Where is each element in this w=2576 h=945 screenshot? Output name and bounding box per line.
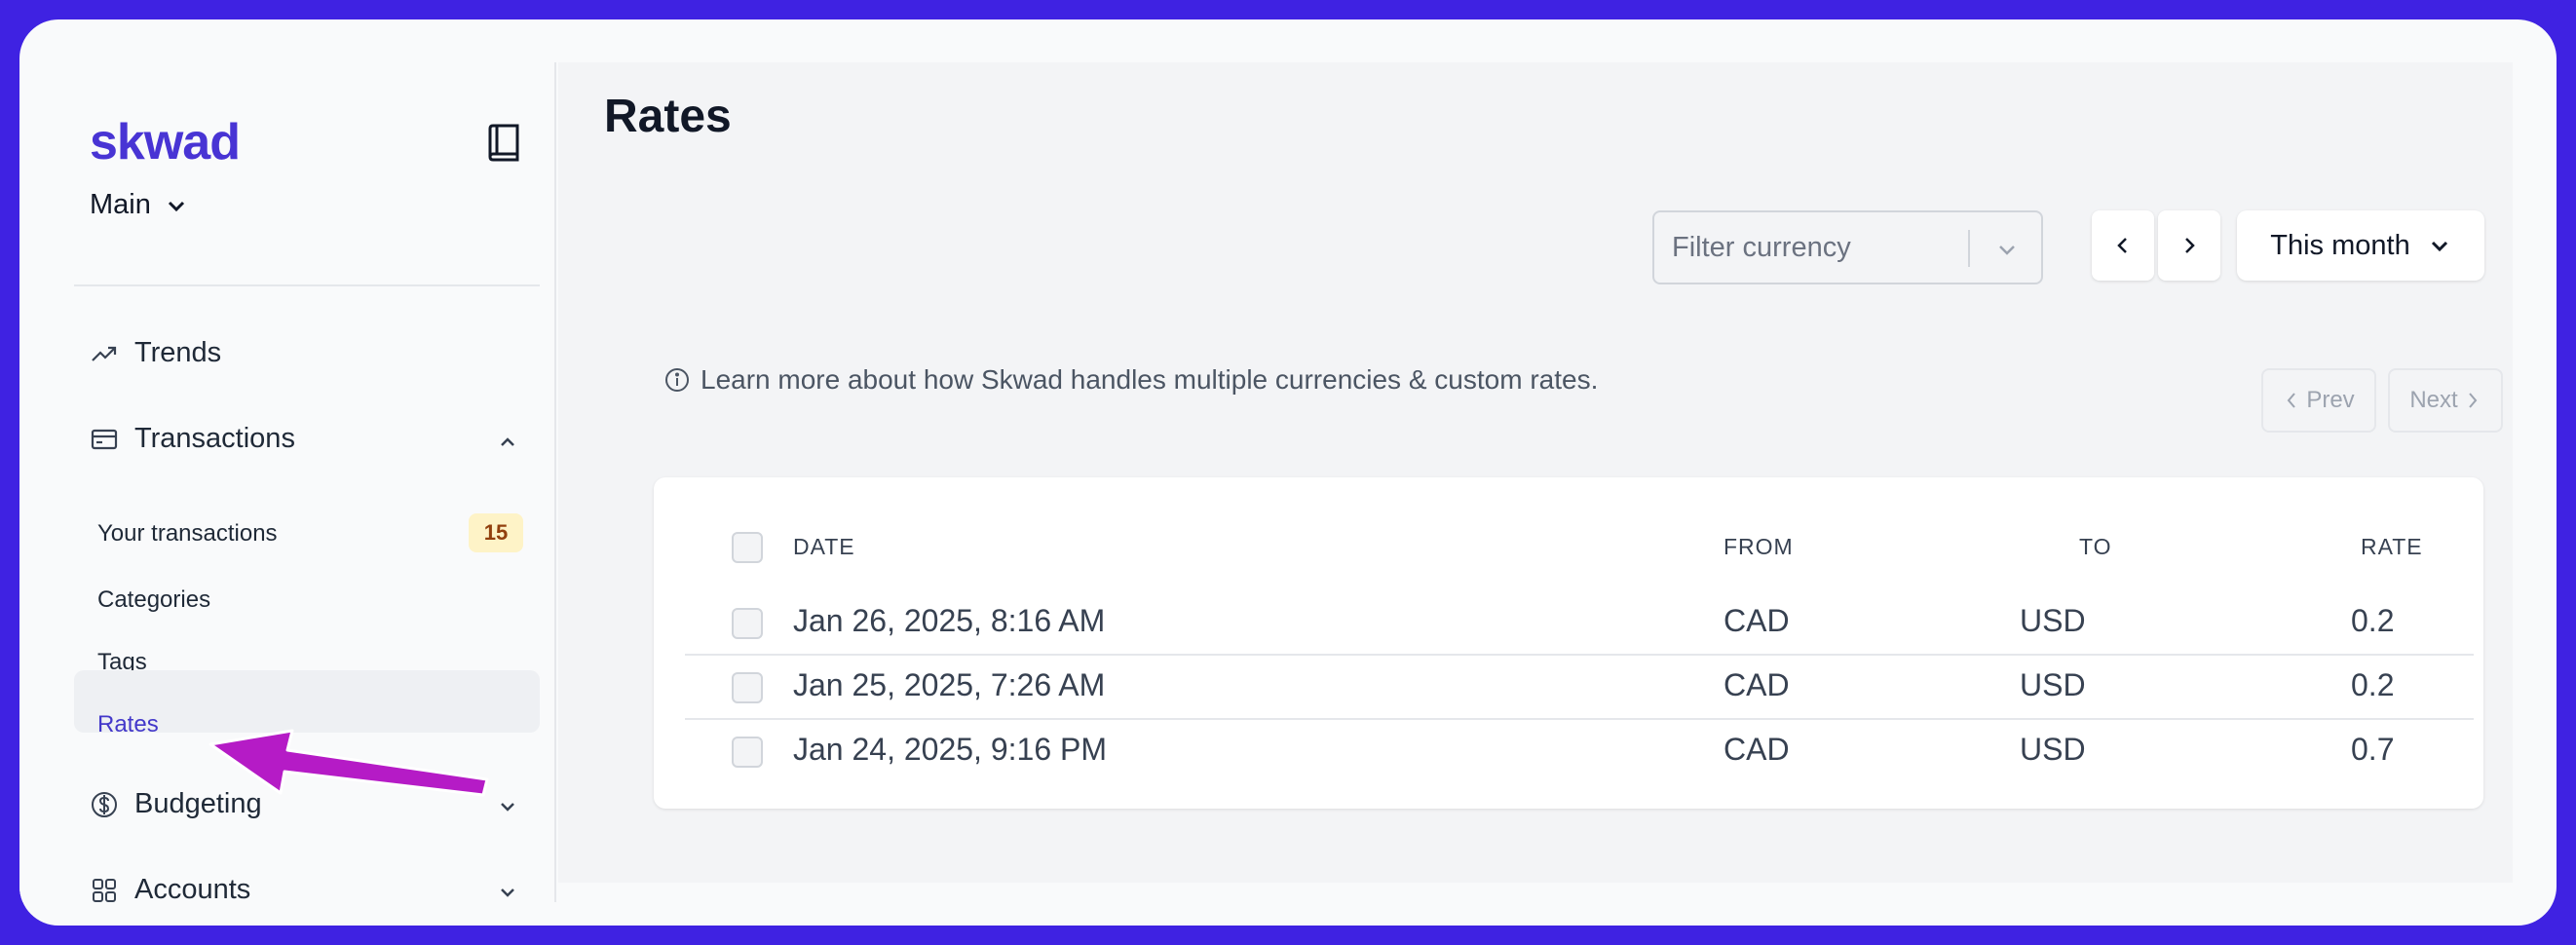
chevron-down-icon[interactable] [1993, 236, 2021, 263]
cell-rate: 0.2 [2351, 603, 2395, 638]
table-row[interactable]: Jan 24, 2025, 9:16 PM CAD USD 0.7 [685, 719, 2474, 783]
nav-label-accounts: Accounts [134, 874, 251, 905]
nav-item-transactions[interactable]: Transactions [90, 423, 295, 455]
next-page-button[interactable]: Next [2388, 368, 2503, 433]
filter-currency-input[interactable] [1672, 212, 1964, 283]
workspace-selector[interactable]: Main [90, 189, 188, 221]
column-header-rate[interactable]: RATE [2361, 534, 2423, 560]
table-row[interactable]: Jan 26, 2025, 8:16 AM CAD USD 0.2 [685, 590, 2474, 655]
cell-to: USD [2020, 667, 2086, 702]
column-header-to[interactable]: TO [2079, 534, 2112, 560]
chevron-down-icon[interactable] [496, 881, 519, 904]
sidebar-item-your-transactions[interactable]: Your transactions [97, 520, 278, 548]
period-label: This month [2270, 229, 2410, 261]
cell-rate: 0.7 [2351, 732, 2395, 767]
trending-up-icon [92, 346, 117, 361]
nav-item-accounts[interactable]: Accounts [90, 874, 250, 906]
filter-separator [1968, 230, 1970, 267]
dollar-circle-icon [92, 791, 117, 817]
chevron-down-icon [168, 201, 184, 211]
chevron-left-icon [2287, 393, 2296, 408]
period-selector[interactable]: This month [2237, 210, 2484, 281]
cell-to: USD [2020, 732, 2086, 767]
currency-info-link[interactable]: Learn more about how Skwad handles multi… [663, 364, 1598, 396]
previous-period-button[interactable] [2092, 210, 2154, 281]
cell-from: CAD [1724, 603, 1790, 638]
column-header-date[interactable]: DATE [793, 534, 855, 560]
cell-rate: 0.2 [2351, 667, 2395, 702]
app-logo[interactable]: skwad [90, 113, 241, 171]
chevron-up-icon[interactable] [496, 431, 519, 454]
cell-date: Jan 25, 2025, 7:26 AM [793, 667, 1106, 702]
nav-label-trends: Trends [134, 337, 222, 368]
chevron-right-icon [2468, 393, 2477, 408]
row-checkbox[interactable] [732, 672, 763, 703]
chevron-down-icon [2431, 241, 2447, 252]
app-window: skwad Main Trends Transactions Your tran… [19, 19, 2557, 926]
sidebar-item-categories[interactable]: Categories [97, 586, 210, 614]
currency-filter[interactable] [1652, 210, 2043, 284]
book-icon[interactable] [485, 123, 522, 162]
main-content: Rates This month Learn more about how Sk… [558, 62, 2513, 883]
nav-item-trends[interactable]: Trends [90, 337, 221, 369]
cell-from: CAD [1724, 667, 1790, 702]
next-period-button[interactable] [2158, 210, 2220, 281]
next-label: Next [2409, 387, 2458, 413]
cell-to: USD [2020, 603, 2086, 638]
nav-label-transactions: Transactions [134, 423, 295, 454]
chevron-down-icon[interactable] [496, 795, 519, 818]
info-icon [665, 368, 689, 392]
sidebar-item-rates[interactable]: Rates [97, 711, 159, 738]
credit-card-icon [91, 429, 118, 449]
cell-from: CAD [1724, 732, 1790, 767]
row-checkbox[interactable] [732, 608, 763, 639]
rates-table: DATE FROM TO RATE Jan 26, 2025, 8:16 AM … [654, 477, 2483, 809]
prev-page-button[interactable]: Prev [2261, 368, 2376, 433]
cell-date: Jan 24, 2025, 9:16 PM [793, 732, 1107, 767]
page-title: Rates [604, 91, 732, 142]
table-row[interactable]: Jan 25, 2025, 7:26 AM CAD USD 0.2 [685, 655, 2474, 719]
chevron-left-icon [2117, 238, 2127, 253]
column-header-from[interactable]: FROM [1724, 534, 1794, 560]
grid-icon [93, 878, 116, 902]
workspace-name: Main [90, 189, 151, 220]
cell-date: Jan 26, 2025, 8:16 AM [793, 603, 1106, 638]
sidebar-divider [74, 284, 540, 286]
prev-label: Prev [2306, 387, 2355, 413]
count-badge: 15 [469, 513, 523, 552]
row-checkbox[interactable] [732, 737, 763, 768]
chevron-right-icon [2185, 238, 2195, 253]
select-all-checkbox[interactable] [732, 532, 763, 563]
annotation-arrow [208, 729, 489, 797]
info-text: Learn more about how Skwad handles multi… [701, 364, 1599, 395]
sidebar: skwad Main Trends Transactions Your tran… [19, 62, 556, 905]
